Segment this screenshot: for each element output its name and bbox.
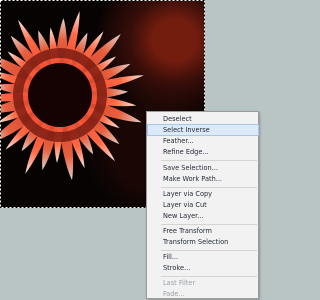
- menu-separator: [161, 187, 257, 188]
- menu-item-fill[interactable]: Fill...: [148, 252, 258, 262]
- menu-separator: [161, 276, 257, 277]
- menu-item-save-selection[interactable]: Save Selection...: [148, 163, 258, 173]
- menu-item-make-work-path[interactable]: Make Work Path...: [148, 174, 258, 184]
- photoshop-workspace: Deselect Select Inverse Feather... Refin…: [0, 0, 261, 300]
- menu-item-feather[interactable]: Feather...: [148, 136, 258, 146]
- menu-item-stroke[interactable]: Stroke...: [148, 263, 258, 273]
- menu-item-select-inverse[interactable]: Select Inverse: [147, 124, 259, 136]
- menu-item-transform-selection[interactable]: Transform Selection: [148, 237, 258, 247]
- menu-item-layer-via-cut[interactable]: Layer via Cut: [148, 200, 258, 210]
- menu-item-refine-edge[interactable]: Refine Edge...: [148, 147, 258, 157]
- menu-separator: [161, 250, 257, 251]
- menu-item-free-transform[interactable]: Free Transform: [148, 226, 258, 236]
- selection-context-menu: Deselect Select Inverse Feather... Refin…: [146, 111, 259, 299]
- menu-item-layer-via-copy[interactable]: Layer via Copy: [148, 189, 258, 199]
- menu-item-fade: Fade...: [163, 290, 185, 298]
- menu-separator: [161, 160, 257, 161]
- menu-item-last-filter: Last Filter: [163, 279, 196, 287]
- flower-center: [28, 63, 92, 127]
- menu-separator: [161, 224, 257, 225]
- menu-item-new-layer[interactable]: New Layer...: [148, 211, 258, 221]
- menu-item-deselect[interactable]: Deselect: [148, 114, 258, 124]
